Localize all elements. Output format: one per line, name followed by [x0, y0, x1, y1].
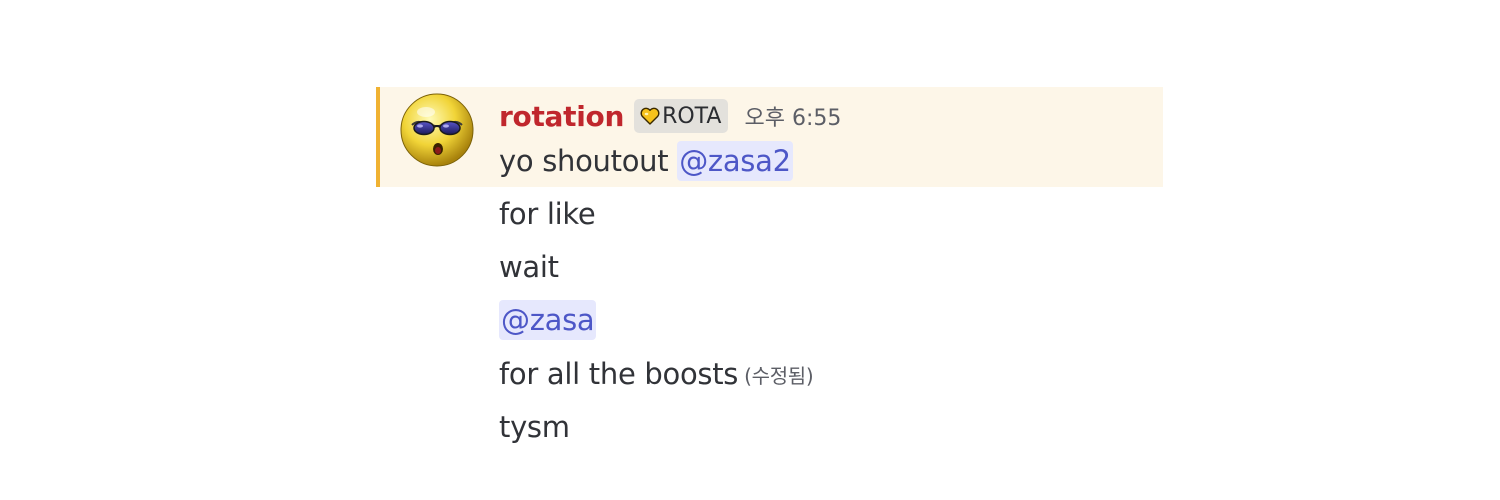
message-text: tysm	[499, 410, 570, 444]
message-line: yo shoutout @zasa2	[499, 141, 793, 181]
avatar[interactable]	[399, 92, 475, 168]
message-line: tysm	[499, 407, 570, 447]
message-line: wait	[499, 247, 559, 287]
message-header: rotation ROTA 오후 6:55	[499, 96, 841, 136]
message-line: for all the boosts (수정됨)	[499, 354, 814, 394]
message-text: yo shoutout	[499, 144, 678, 178]
message-text: for like	[499, 197, 596, 231]
message-line: for like	[499, 194, 596, 234]
user-mention[interactable]: @zasa	[499, 300, 597, 340]
edited-label: (수정됨)	[744, 364, 814, 388]
username[interactable]: rotation	[499, 100, 624, 133]
message-line: @zasa	[499, 300, 597, 340]
message-text: wait	[499, 250, 559, 284]
user-mention[interactable]: @zasa2	[677, 141, 793, 181]
message-text: for all the boosts	[499, 357, 739, 391]
role-tag-label: ROTA	[662, 103, 722, 129]
heart-icon	[640, 107, 660, 125]
role-tag[interactable]: ROTA	[634, 99, 729, 133]
timestamp[interactable]: 오후 6:55	[744, 100, 841, 132]
